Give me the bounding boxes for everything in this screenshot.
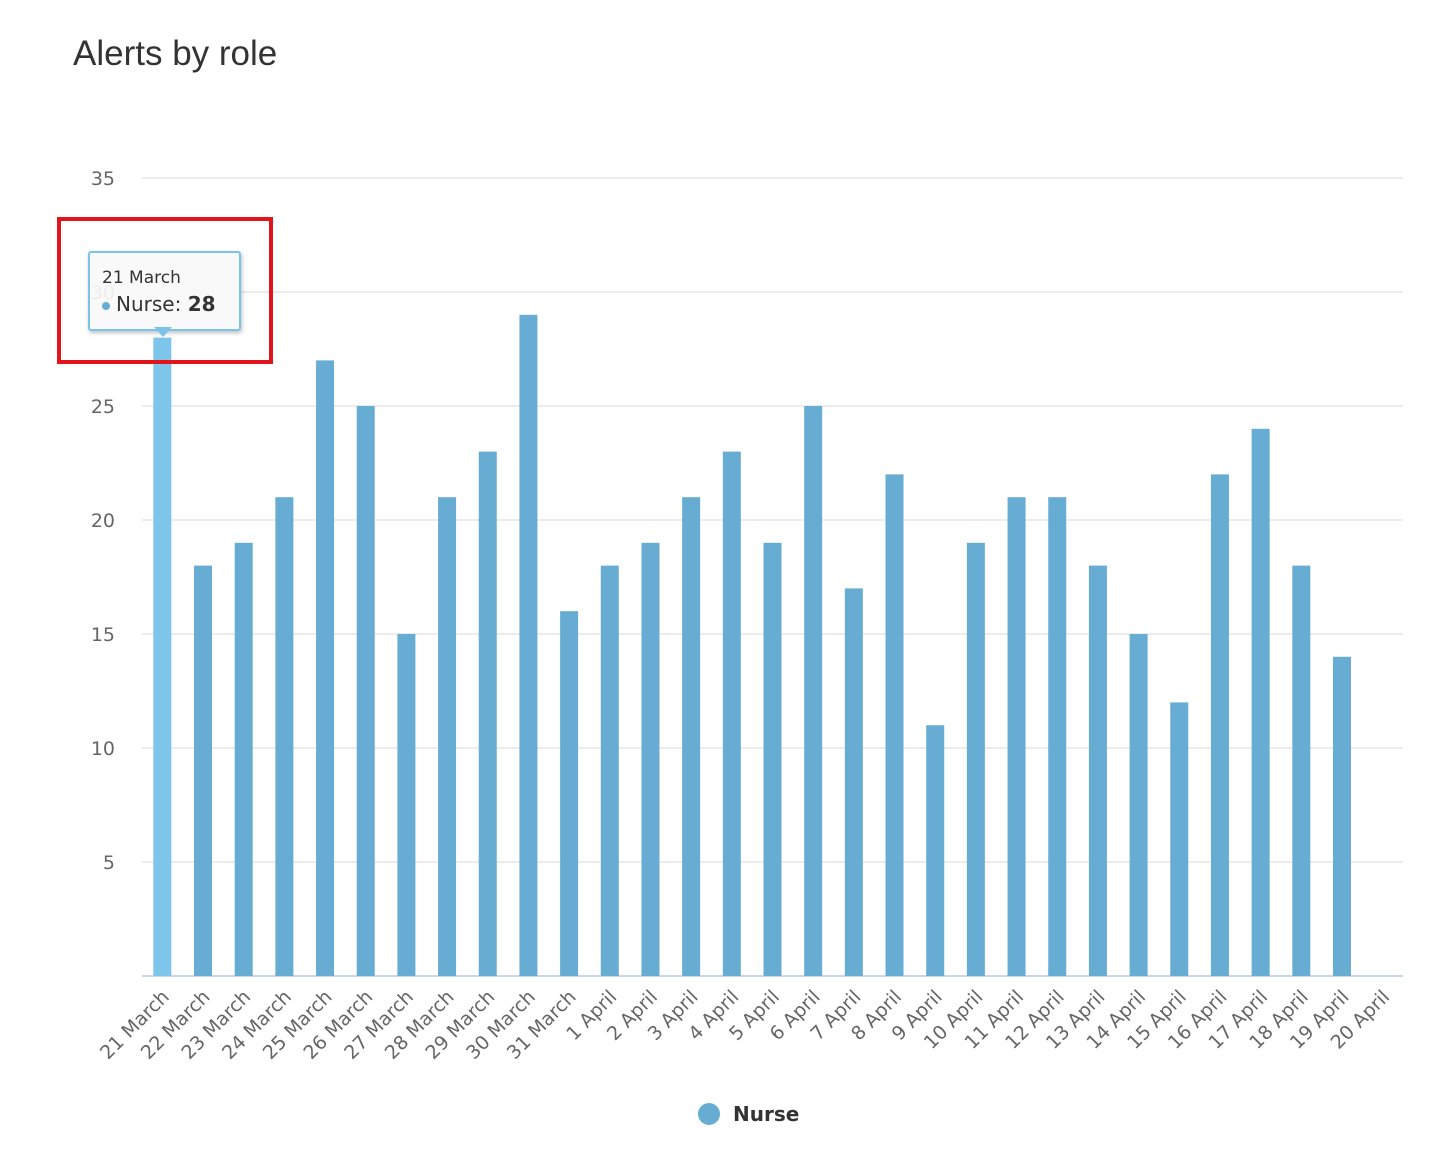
legend-marker xyxy=(698,1103,720,1125)
bar[interactable] xyxy=(1048,497,1067,976)
bar[interactable] xyxy=(1251,428,1270,976)
legend-label-nurse: Nurse xyxy=(733,1102,800,1126)
bar[interactable] xyxy=(600,565,619,976)
y-tick-label: 20 xyxy=(91,510,115,532)
y-tick-label: 35 xyxy=(91,168,115,190)
y-tick-label: 10 xyxy=(91,738,115,760)
highlight-box xyxy=(57,217,273,364)
bar[interactable] xyxy=(682,497,701,976)
bar[interactable] xyxy=(275,497,294,976)
bar[interactable] xyxy=(885,474,904,976)
bar[interactable] xyxy=(926,725,945,976)
legend[interactable]: Nurse xyxy=(698,1102,799,1126)
bar[interactable] xyxy=(804,406,823,976)
bar[interactable] xyxy=(966,542,985,976)
bar[interactable] xyxy=(1088,565,1107,976)
bar-chart: 510152025303521 March22 March23 March24 … xyxy=(91,168,1403,1064)
bar[interactable] xyxy=(1332,656,1351,976)
bar[interactable] xyxy=(722,451,741,977)
bar[interactable] xyxy=(1292,565,1311,976)
bar[interactable] xyxy=(316,360,335,976)
y-tick-label: 5 xyxy=(103,852,115,874)
bar[interactable] xyxy=(844,588,863,976)
bar[interactable] xyxy=(560,611,579,976)
bar[interactable] xyxy=(1170,702,1189,976)
bar[interactable] xyxy=(641,542,660,976)
y-tick-label: 15 xyxy=(91,624,115,646)
bar[interactable] xyxy=(763,542,782,976)
y-tick-label: 25 xyxy=(91,396,115,418)
bar[interactable] xyxy=(194,565,213,976)
bar[interactable] xyxy=(397,634,416,976)
bar[interactable] xyxy=(234,542,253,976)
bar[interactable] xyxy=(438,497,457,976)
bar[interactable] xyxy=(519,314,538,976)
bar[interactable] xyxy=(153,337,172,977)
bar[interactable] xyxy=(478,451,497,977)
bar[interactable] xyxy=(356,406,375,976)
bar[interactable] xyxy=(1129,634,1148,976)
bar[interactable] xyxy=(1007,497,1026,976)
bar[interactable] xyxy=(1210,474,1229,976)
